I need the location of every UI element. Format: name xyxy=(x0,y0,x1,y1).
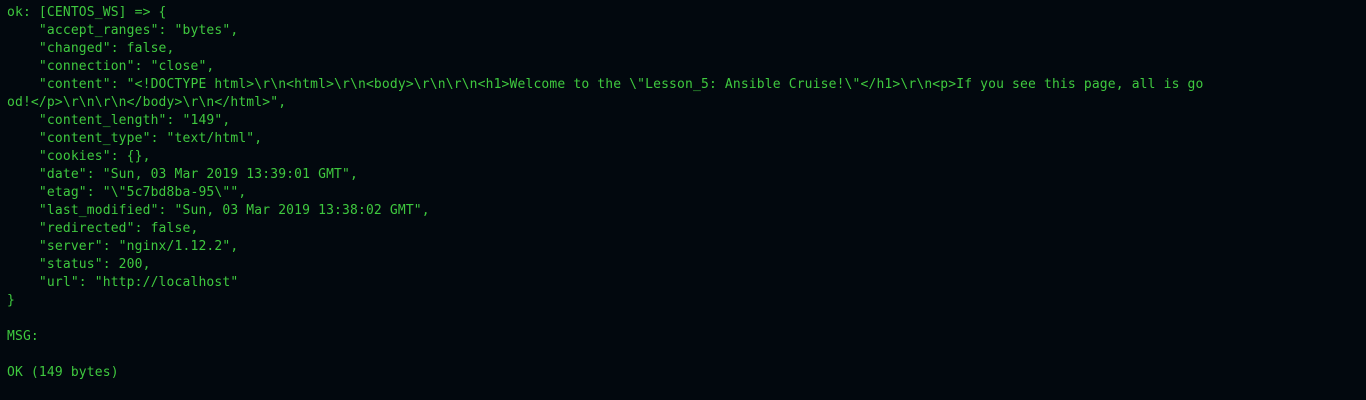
msg-label-line: MSG: xyxy=(7,329,39,344)
etag-line: "etag": "\"5c7bd8ba-95\"", xyxy=(7,185,247,200)
redirected-line: "redirected": false, xyxy=(7,221,199,236)
content-type-line: "content_type": "text/html", xyxy=(7,131,263,146)
task-result-header: ok: [CENTOS_WS] => { xyxy=(7,5,167,20)
content-length-line: "content_length": "149", xyxy=(7,113,231,128)
status-line: "status": 200, xyxy=(7,257,151,272)
terminal-window[interactable]: ok: [CENTOS_WS] => { "accept_ranges": "b… xyxy=(0,0,1366,400)
date-line: "date": "Sun, 03 Mar 2019 13:39:01 GMT", xyxy=(7,167,358,182)
last-modified-line: "last_modified": "Sun, 03 Mar 2019 13:38… xyxy=(7,203,430,218)
msg-value-line: OK (149 bytes) xyxy=(7,365,119,380)
content-line: "content": "<!DOCTYPE html>\r\n<html>\r\… xyxy=(7,77,1204,92)
cookies-line: "cookies": {}, xyxy=(7,149,151,164)
server-line: "server": "nginx/1.12.2", xyxy=(7,239,239,254)
content-line-wrap: od!</p>\r\n\r\n</body>\r\n</html>", xyxy=(7,95,287,110)
connection-line: "connection": "close", xyxy=(7,59,215,74)
changed-line: "changed": false, xyxy=(7,41,175,56)
accept-ranges-line: "accept_ranges": "bytes", xyxy=(7,23,239,38)
closing-brace-line: } xyxy=(7,293,15,308)
url-line: "url": "http://localhost" xyxy=(7,275,239,290)
